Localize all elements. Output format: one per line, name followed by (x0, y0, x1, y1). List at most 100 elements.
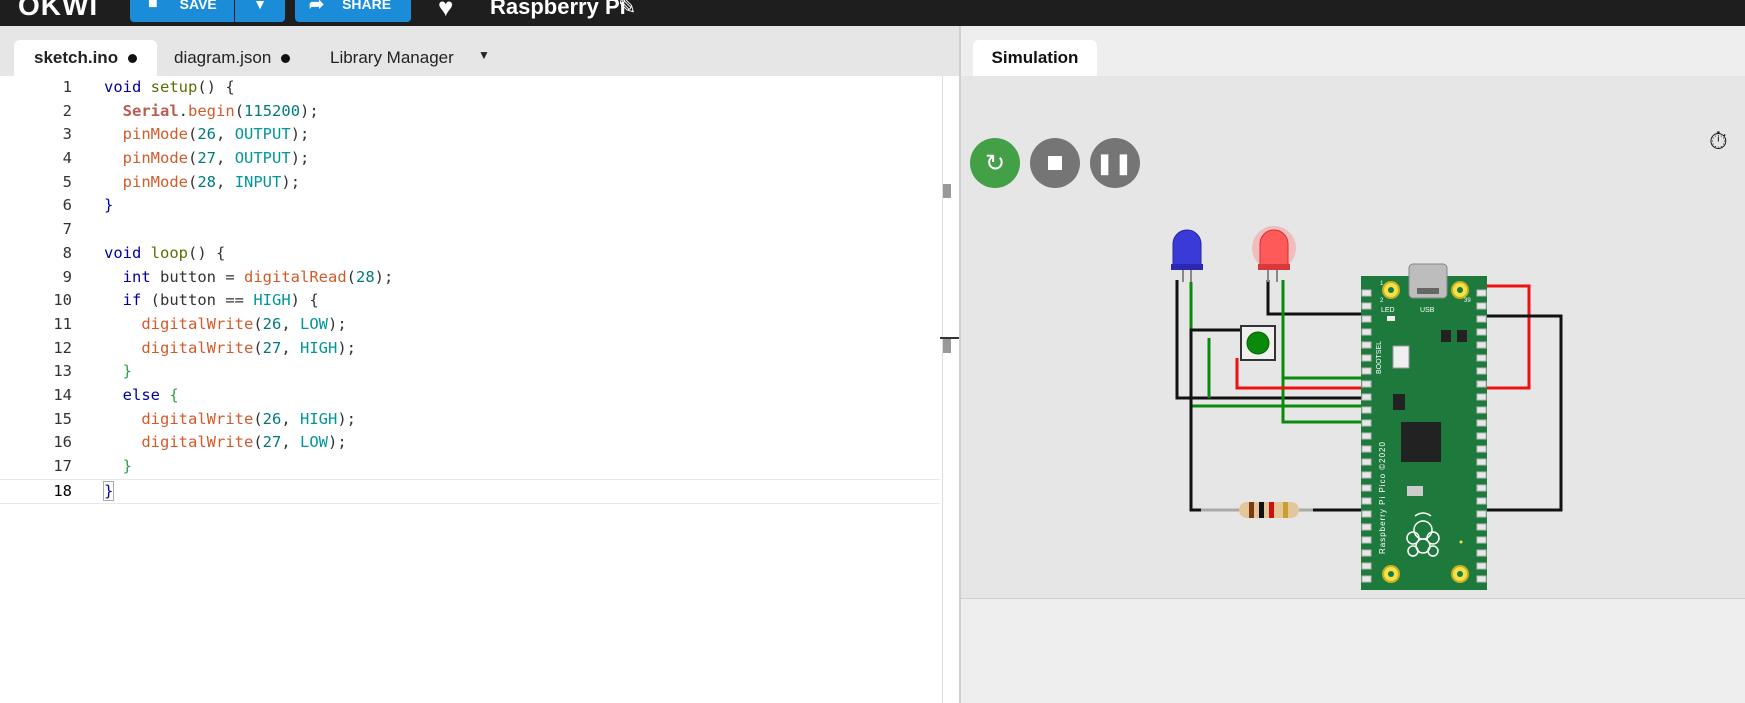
code-token: , (281, 314, 300, 333)
circuit-diagram: 1 2 39 LED USB BOOTSEL Raspberry Pi Pico… (1171, 226, 1563, 590)
code-line: 17 } (0, 455, 940, 479)
line-number: 2 (62, 101, 72, 120)
code-token: setup (150, 78, 198, 96)
share-button[interactable]: ➦ SHARE (295, 0, 411, 22)
line-number: 13 (53, 362, 72, 381)
code-token: } (102, 480, 115, 501)
code-line: 5 pinMode(28, INPUT); (0, 171, 940, 195)
push-button[interactable] (1240, 325, 1276, 361)
share-arrow-icon: ➦ (309, 0, 325, 14)
tab-library-manager[interactable]: Library Manager (330, 40, 454, 76)
tab-sketch-ino[interactable]: sketch.ino (14, 40, 158, 76)
code-token: ); (290, 125, 310, 144)
code-token: , (216, 172, 235, 191)
tabs-dropdown-icon[interactable]: ▼ (478, 48, 490, 62)
code-token: LOW (300, 314, 328, 333)
unsaved-dot-icon (281, 53, 291, 63)
code-token: pinMode (122, 172, 188, 191)
code-token: digitalRead (244, 267, 347, 286)
line-number: 3 (62, 125, 72, 144)
code-line: 8 void loop() { (0, 242, 940, 266)
code-token: ( (188, 172, 198, 191)
code-line: 12 digitalWrite(27, HIGH); (0, 337, 940, 361)
code-token: ); (290, 149, 310, 168)
wokwi-logo[interactable]: OKWI (18, 0, 98, 22)
code-editor[interactable]: 1 void setup() { 2 Serial.begin(115200); … (0, 76, 940, 505)
code-token: . (178, 101, 189, 120)
save-options-button[interactable]: ▼ (235, 0, 285, 22)
line-number: 4 (62, 149, 72, 168)
resistor (1201, 502, 1313, 518)
code-token: HIGH (300, 409, 338, 428)
code-token: ( (253, 338, 263, 357)
tab-diagram-json[interactable]: diagram.json (174, 40, 291, 76)
code-token: 27 (262, 338, 282, 357)
blue-led[interactable] (1171, 229, 1203, 282)
wire-black (1189, 328, 1245, 512)
code-line: 4 pinMode(27, OUTPUT); (0, 147, 940, 171)
code-token: int (122, 267, 151, 286)
chevron-down-icon: ▼ (253, 0, 267, 12)
code-token: , (216, 149, 235, 168)
usb-label: USB (1420, 307, 1435, 314)
raspberry-pi-pico-board[interactable]: 1 2 39 LED USB BOOTSEL Raspberry Pi Pico… (1361, 263, 1487, 590)
code-token: HIGH (253, 291, 291, 310)
line-number: 10 (53, 291, 72, 310)
line-number: 7 (62, 220, 72, 239)
line-number: 16 (53, 433, 72, 452)
code-token: ( (253, 409, 263, 428)
code-line: 6} (0, 194, 940, 218)
code-token: , (281, 409, 300, 428)
line-number: 17 (53, 457, 72, 475)
red-led[interactable] (1252, 226, 1296, 282)
code-token: { (160, 385, 179, 404)
code-line-current: 18} (0, 478, 940, 505)
code-line: 15 digitalWrite(26, HIGH); (0, 408, 940, 432)
line-number: 6 (62, 196, 72, 215)
tab-label: sketch.ino (34, 48, 119, 67)
code-token: ( (253, 433, 263, 452)
code-token: ( (234, 101, 245, 120)
code-token: digitalWrite (141, 409, 254, 428)
line-number: 18 (53, 481, 72, 500)
code-line: 7 (0, 218, 940, 242)
simulation-canvas[interactable]: ↻ ❚❚ ⏱ 1 2 39 LED USB BOOTSEL Raspberry … (961, 76, 1745, 599)
save-button[interactable]: ■ SAVE (130, 0, 234, 22)
editor-tab-bar: sketch.ino diagram.json Library Manager … (0, 26, 959, 76)
code-token: 28 (356, 267, 375, 286)
code-token: ( (346, 267, 356, 286)
code-token: 26 (197, 125, 217, 144)
code-line: 13 } (0, 360, 940, 384)
line-number: 9 (62, 267, 72, 286)
code-token: pinMode (122, 125, 188, 144)
code-token: 26 (262, 409, 282, 428)
line-number: 8 (62, 243, 72, 262)
code-token: Serial (122, 101, 179, 120)
code-line: 9 int button = digitalRead(28); (0, 266, 940, 290)
share-label: SHARE (342, 0, 392, 12)
code-token: ); (337, 409, 356, 428)
pencil-icon[interactable]: ✎ (618, 0, 636, 20)
code-line: 10 if (button == HIGH) { (0, 289, 940, 313)
code-token: 115200 (244, 101, 301, 120)
code-token: , (281, 338, 300, 357)
tab-label: Library Manager (330, 48, 454, 67)
tab-label: diagram.json (174, 48, 272, 67)
scroll-marker (943, 339, 951, 353)
code-token: ( (253, 314, 263, 333)
code-token: ( (188, 125, 198, 144)
code-token: (button == (141, 291, 254, 310)
code-line: 16 digitalWrite(27, LOW); (0, 431, 940, 455)
heart-icon[interactable]: ♥ (438, 0, 453, 23)
code-token: digitalWrite (141, 314, 254, 333)
pane-resize-handle[interactable] (940, 337, 959, 339)
tab-simulation[interactable]: Simulation (973, 40, 1097, 76)
line-number: 12 (53, 338, 72, 357)
project-title[interactable]: Raspberry Pi (490, 0, 626, 20)
code-token: 26 (262, 314, 282, 333)
code-token: 28 (197, 172, 217, 191)
editor-scrollbar[interactable] (942, 76, 943, 703)
code-token: else (122, 385, 160, 404)
line-number: 14 (53, 385, 72, 404)
bootsel-button[interactable] (1392, 345, 1410, 369)
